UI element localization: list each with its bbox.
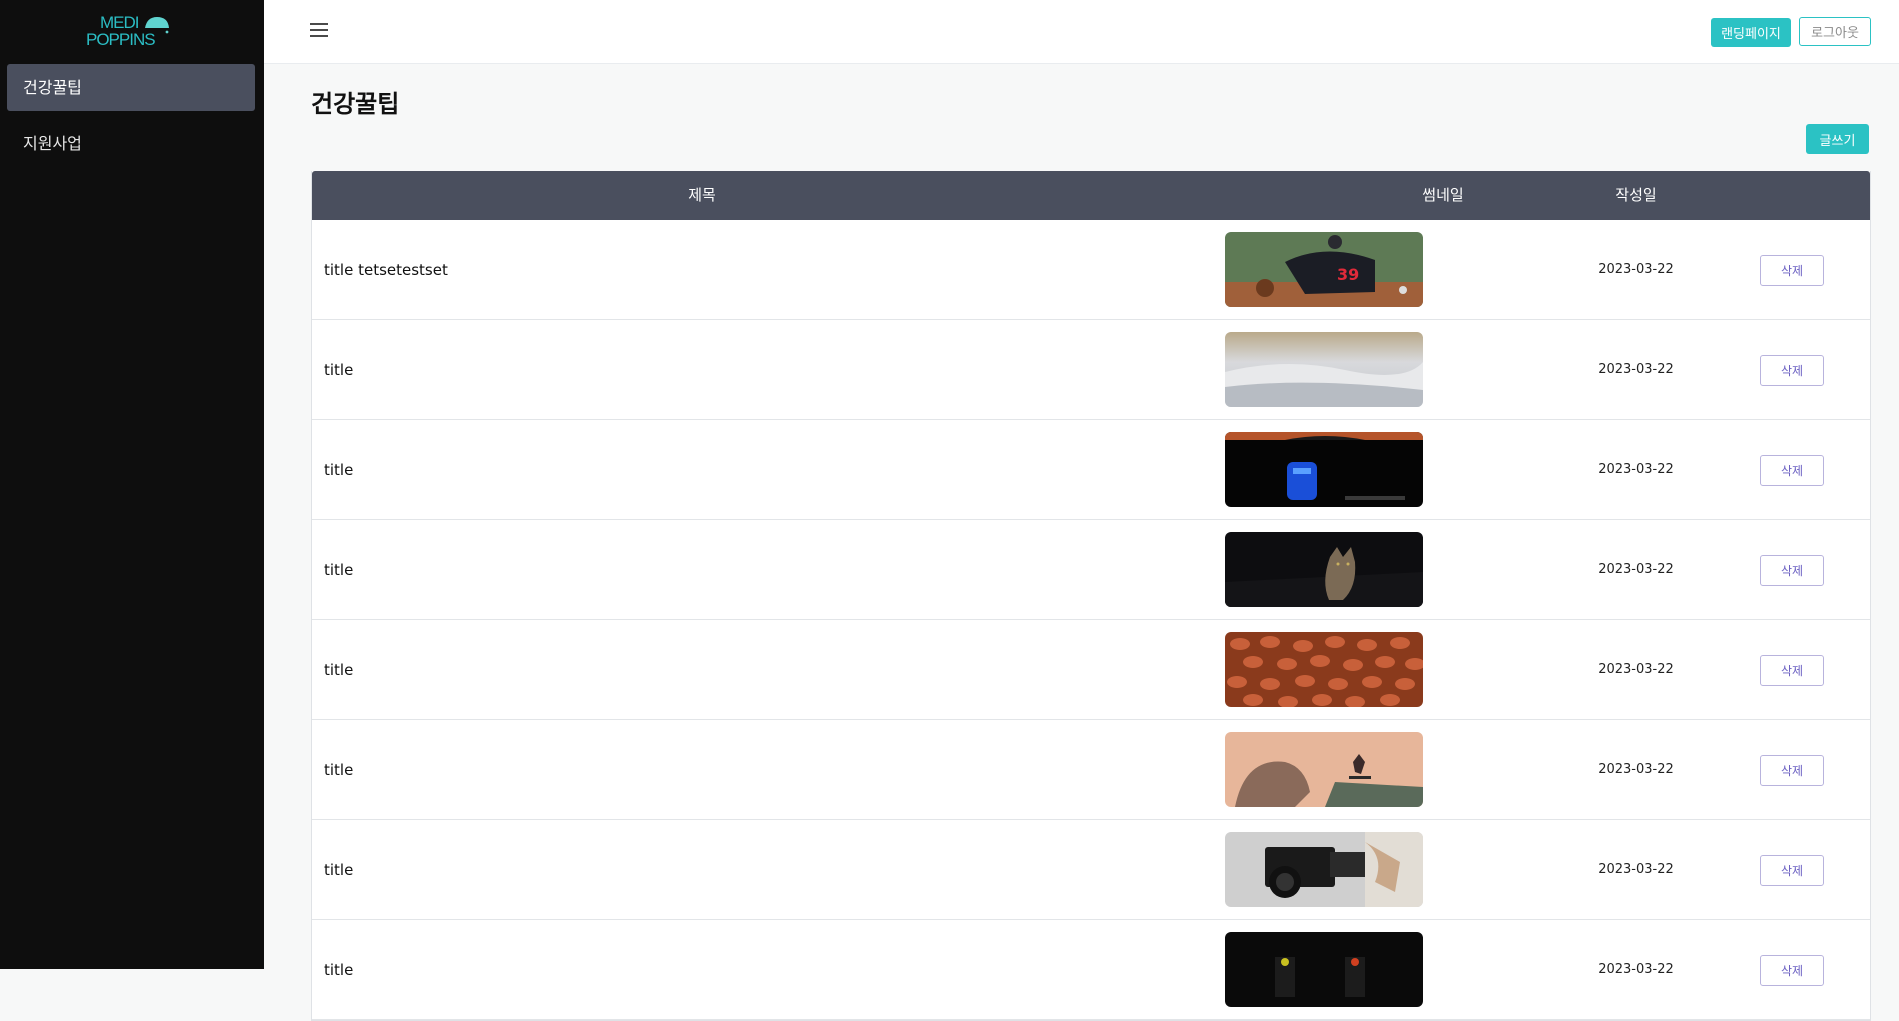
column-header-date: 작성일 xyxy=(1615,186,1657,204)
table-row[interactable]: title 2023-03-22 삭제 xyxy=(312,520,1870,620)
row-date: 2023-03-22 xyxy=(1598,762,1674,777)
top-header: 랜딩페이지 로그아웃 xyxy=(264,0,1899,64)
landing-page-button[interactable]: 랜딩페이지 xyxy=(1711,18,1791,47)
row-title[interactable]: title xyxy=(324,720,353,820)
row-title[interactable]: title xyxy=(324,920,353,1020)
row-date: 2023-03-22 xyxy=(1598,662,1674,677)
table-row[interactable]: title 2023-03-22 삭제 xyxy=(312,720,1870,820)
delete-button[interactable]: 삭제 xyxy=(1760,555,1824,586)
row-date: 2023-03-22 xyxy=(1598,862,1674,877)
row-title[interactable]: title xyxy=(324,820,353,920)
table-header: 제목 썸네일 작성일 xyxy=(312,171,1870,220)
logout-button[interactable]: 로그아웃 xyxy=(1799,17,1871,46)
row-title[interactable]: title tetsetestset xyxy=(324,220,448,320)
thumbnail-image xyxy=(1225,932,1423,1007)
sidebar: MEDI POPPINS 건강꿀팁 지원사업 xyxy=(0,0,264,969)
sidebar-item-health-tips[interactable]: 건강꿀팁 xyxy=(7,64,255,111)
delete-button[interactable]: 삭제 xyxy=(1760,755,1824,786)
delete-button[interactable]: 삭제 xyxy=(1760,355,1824,386)
sidebar-item-label: 지원사업 xyxy=(23,134,82,153)
table-row[interactable]: title tetsetestset 39 2023-03-22 삭제 xyxy=(312,220,1870,320)
logo-line-1: MEDI xyxy=(100,13,139,32)
hamburger-menu-icon[interactable] xyxy=(310,23,328,37)
row-date: 2023-03-22 xyxy=(1598,262,1674,277)
delete-button[interactable]: 삭제 xyxy=(1760,655,1824,686)
svg-text:39: 39 xyxy=(1337,265,1359,284)
thumbnail-image xyxy=(1225,732,1423,807)
posts-table: 제목 썸네일 작성일 title tetsetestset 39 2023-03… xyxy=(311,171,1871,1021)
row-date: 2023-03-22 xyxy=(1598,562,1674,577)
row-date: 2023-03-22 xyxy=(1598,462,1674,477)
row-title[interactable]: title xyxy=(324,520,353,620)
row-date: 2023-03-22 xyxy=(1598,962,1674,977)
sidebar-item-support-programs[interactable]: 지원사업 xyxy=(7,120,255,167)
thumbnail-image xyxy=(1225,432,1423,507)
delete-button[interactable]: 삭제 xyxy=(1760,955,1824,986)
delete-button[interactable]: 삭제 xyxy=(1760,455,1824,486)
logo[interactable]: MEDI POPPINS xyxy=(86,14,176,50)
umbrella-icon xyxy=(145,17,169,34)
thumbnail-image xyxy=(1225,632,1423,707)
table-row[interactable]: title 2023-03-22 삭제 xyxy=(312,620,1870,720)
table-row[interactable]: title 2023-03-22 삭제 xyxy=(312,920,1870,1020)
sidebar-item-label: 건강꿀팁 xyxy=(23,78,82,97)
write-post-button[interactable]: 글쓰기 xyxy=(1806,124,1869,154)
delete-button[interactable]: 삭제 xyxy=(1760,255,1824,286)
table-row[interactable]: title 2023-03-22 삭제 xyxy=(312,320,1870,420)
column-header-title: 제목 xyxy=(688,186,716,204)
table-row[interactable]: title 2023-03-22 삭제 xyxy=(312,420,1870,520)
table-row[interactable]: title 2023-03-22 삭제 xyxy=(312,820,1870,920)
thumbnail-image xyxy=(1225,332,1423,407)
thumbnail-image xyxy=(1225,832,1423,907)
row-date: 2023-03-22 xyxy=(1598,362,1674,377)
row-title[interactable]: title xyxy=(324,320,353,420)
row-title[interactable]: title xyxy=(324,420,353,520)
thumbnail-image: 39 xyxy=(1225,232,1423,307)
page-title: 건강꿀팁 xyxy=(311,90,400,118)
column-header-thumbnail: 썸네일 xyxy=(1422,186,1464,204)
thumbnail-image xyxy=(1225,532,1423,607)
row-title[interactable]: title xyxy=(324,620,353,720)
delete-button[interactable]: 삭제 xyxy=(1760,855,1824,886)
